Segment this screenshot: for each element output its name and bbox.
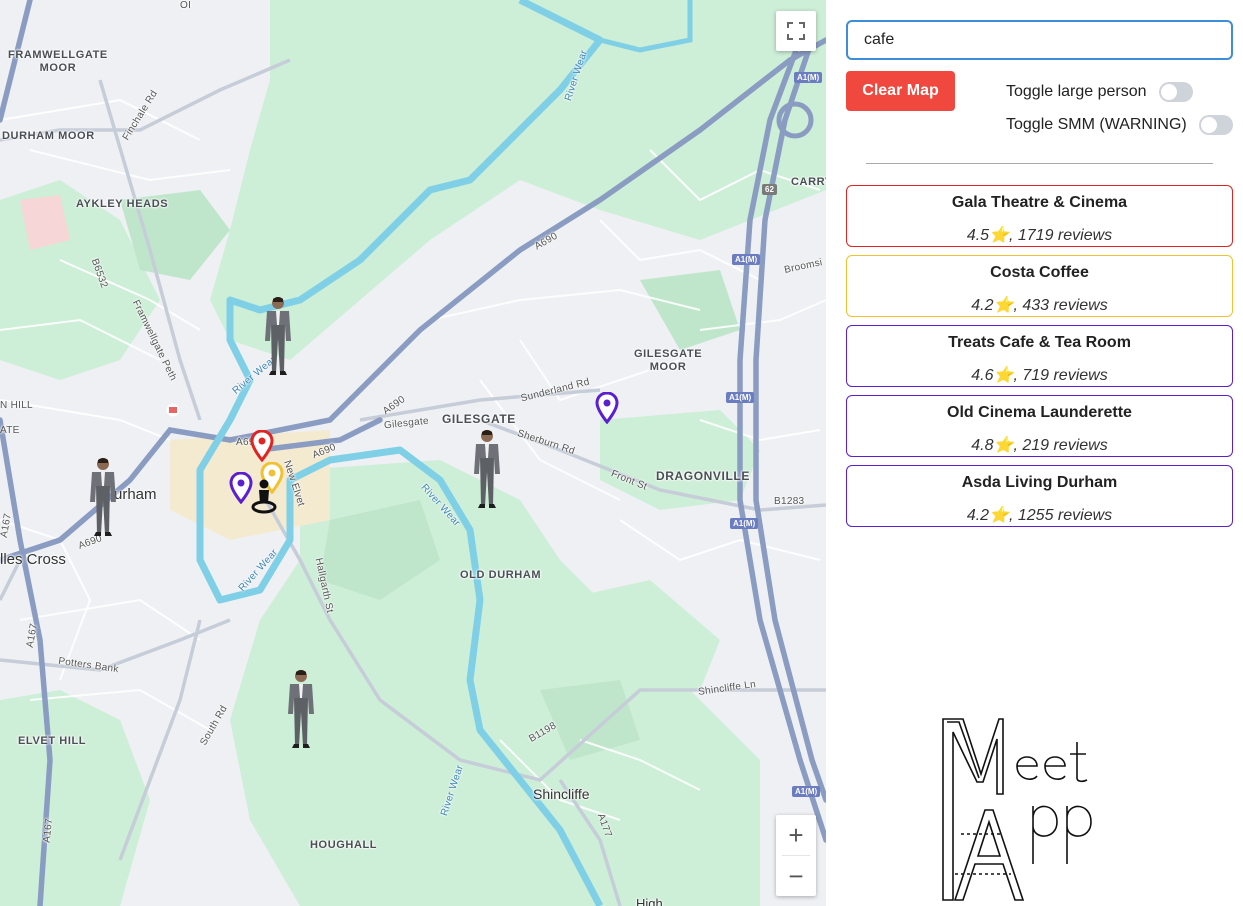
result-rating: 4.6⭐, 719 reviews [971,367,1108,384]
result-name: Asda Living Durham [961,474,1118,491]
result-card-asda-living[interactable]: Asda Living Durham 4.2⭐, 1255 reviews [846,465,1233,527]
map-pin-gala-theatre-icon[interactable] [250,430,274,462]
person-figure-icon [474,430,500,508]
switch-knob [1200,117,1217,133]
search-input[interactable] [846,20,1233,60]
person-figure-icon [288,670,314,748]
result-card-treats-cafe[interactable]: Treats Cafe & Tea Room 4.6⭐, 719 reviews [846,325,1233,387]
place-label-ol: OI [180,0,192,11]
road-shield-a1m-5: A1(M) [792,786,821,797]
place-label-n-hill: N HILL [0,400,33,411]
switch-knob [1160,84,1177,100]
user-location-icon [251,479,277,514]
place-label-framwellgate-moor: FRAMWELLGATE MOOR [8,49,108,74]
map-pin-asda-living-icon[interactable] [595,392,619,424]
sidebar-panel: Clear Map Toggle large person Toggle SMM… [826,0,1243,906]
result-card-gala-theatre[interactable]: Gala Theatre & Cinema 4.5⭐, 1719 reviews [846,185,1233,247]
road-shield-a1m-3: A1(M) [726,392,755,403]
person-figure-icon [265,297,291,375]
result-rating: 4.8⭐, 219 reviews [971,437,1108,454]
divider [866,163,1213,164]
place-label-durham: urham [114,486,157,503]
person-figure-icon [90,458,116,536]
meetapp-logo [942,718,1092,901]
result-rating: 4.2⭐, 433 reviews [971,297,1108,314]
place-label-elvet-hill: ELVET HILL [18,735,87,747]
road-label-b1283: B1283 [774,496,805,507]
result-name: Treats Cafe & Tea Room [948,334,1131,351]
result-card-old-cinema-launderette[interactable]: Old Cinema Launderette 4.8⭐, 219 reviews [846,395,1233,457]
place-label-dragonville: DRAGONVILLE [656,469,750,483]
place-label-houghall: HOUGHALL [310,839,378,851]
road-shield-a1m-2: A1(M) [732,254,761,265]
place-label-old-durham: OLD DURHAM [460,569,542,581]
place-label-aykley-heads: AYKLEY HEADS [76,198,169,210]
zoom-controls: + − [776,815,816,896]
toggle-large-person-label: Toggle large person [1006,83,1147,100]
road-shield-a1m-4: A1(M) [730,518,759,529]
junction-shield-62: 62 [762,184,777,195]
place-label-high: High [636,896,663,906]
result-rating: 4.2⭐, 1255 reviews [966,507,1113,524]
fullscreen-icon [787,22,805,40]
fullscreen-button[interactable] [776,11,816,51]
place-label-gilesgate-moor: GILESGATE MOOR [634,348,703,373]
result-card-costa-coffee[interactable]: Costa Coffee 4.2⭐, 433 reviews [846,255,1233,317]
toggle-row-smm: Toggle SMM (WARNING) [1006,115,1233,135]
toggle-large-person-switch[interactable] [1158,82,1193,102]
toggle-row-large-person: Toggle large person [1006,82,1193,102]
place-label-gilesgate: GILESGATE [442,412,516,426]
zoom-in-button[interactable]: + [776,815,816,855]
result-rating: 4.5⭐, 1719 reviews [966,227,1113,244]
place-label-durham-moor: DURHAM MOOR [2,130,95,142]
railway-station-icon [166,403,180,417]
result-name: Old Cinema Launderette [947,404,1132,421]
place-label-nevilles-cross: lles Cross [0,551,66,568]
toggle-smm-label: Toggle SMM (WARNING) [1006,116,1187,133]
result-name: Gala Theatre & Cinema [951,194,1128,211]
toggle-smm-switch[interactable] [1198,115,1233,135]
map-view[interactable]: FRAMWELLGATE MOOR DURHAM MOOR AYKLEY HEA… [0,0,826,906]
result-name: Costa Coffee [990,264,1089,281]
zoom-out-button[interactable]: − [776,856,816,896]
place-label-shincliffe: Shincliffe [533,786,590,802]
place-label-carrville: CARRV [791,176,826,188]
road-shield-a1m-1: A1(M) [794,72,823,83]
clear-map-button[interactable]: Clear Map [846,71,955,111]
place-label-ate: ATE [0,425,20,436]
